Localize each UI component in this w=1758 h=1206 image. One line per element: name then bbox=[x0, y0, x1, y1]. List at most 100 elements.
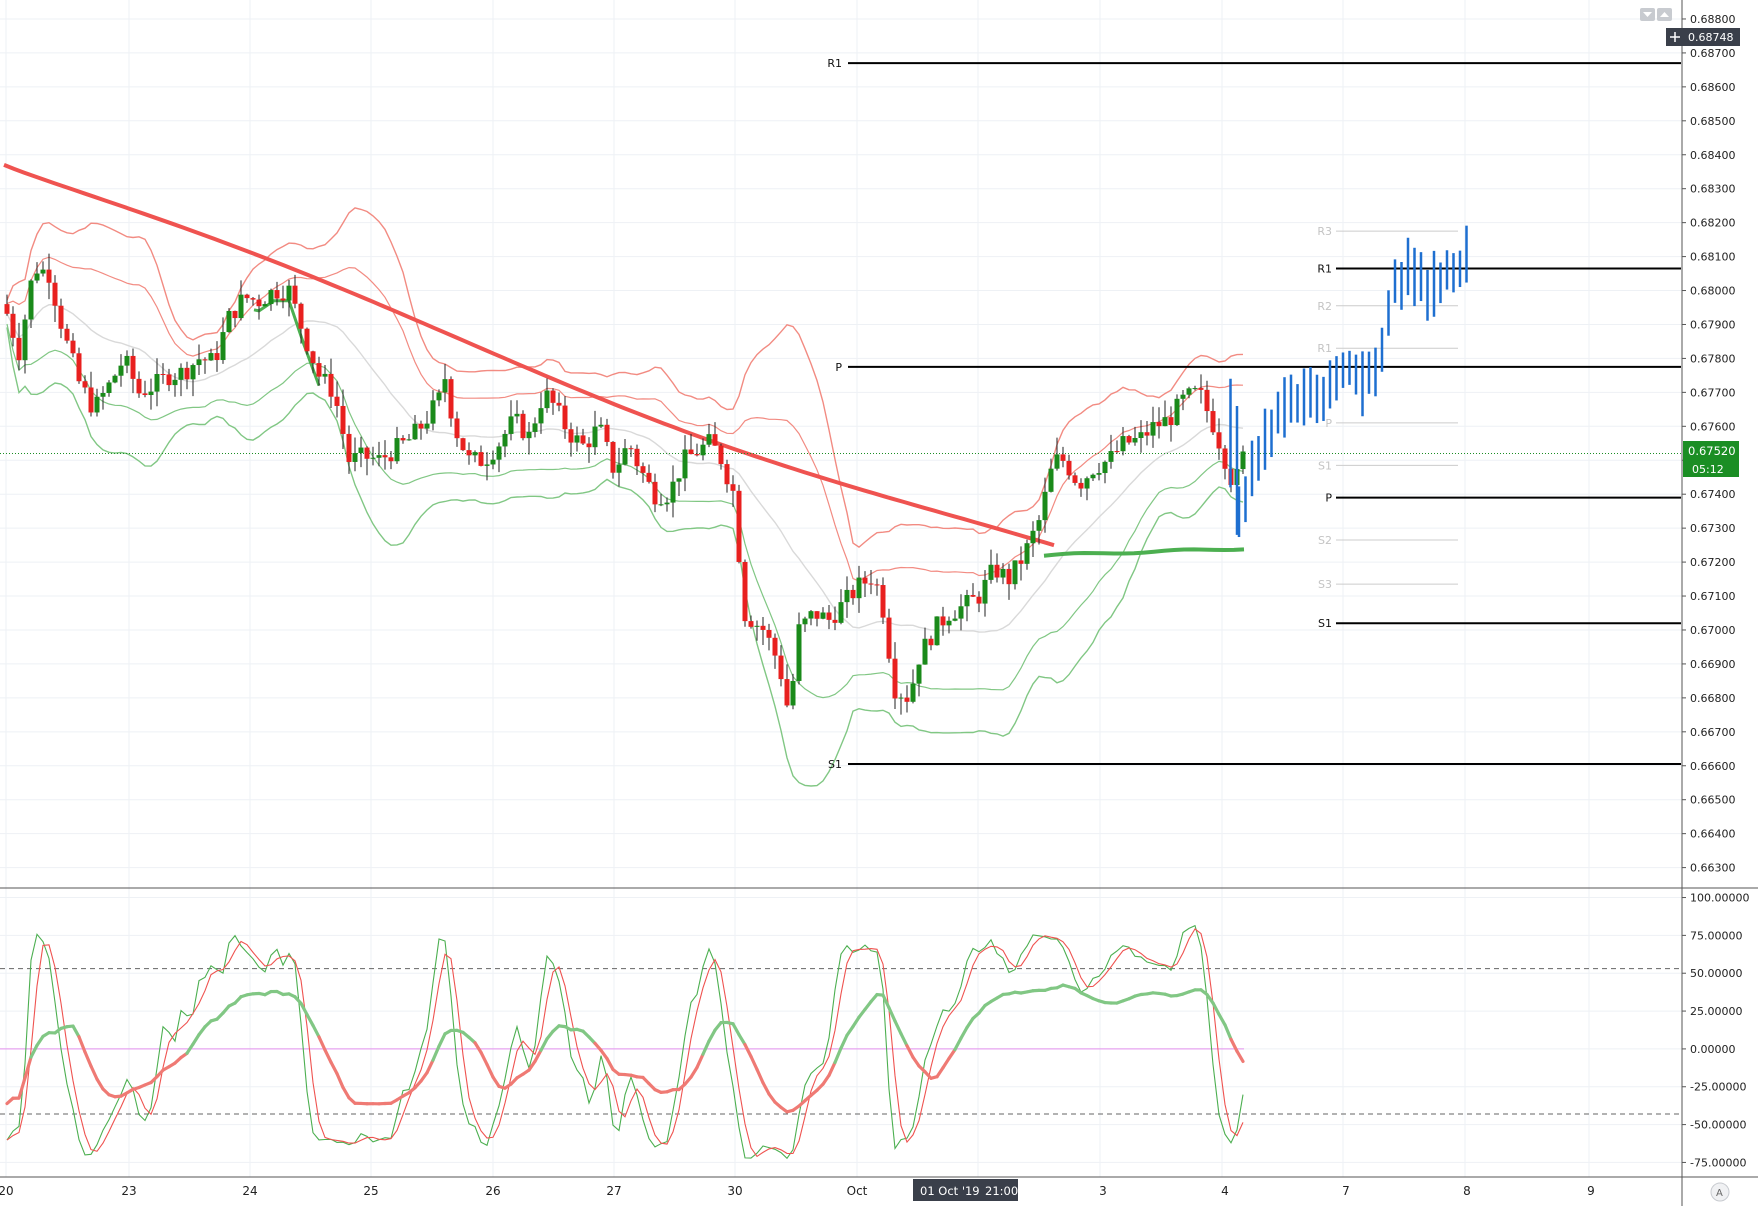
candle-down bbox=[1222, 448, 1228, 469]
candle-up bbox=[148, 391, 154, 396]
candle-down bbox=[250, 298, 256, 300]
candle-down bbox=[718, 445, 724, 465]
auto-scale-label: A bbox=[1716, 1188, 1723, 1199]
candle-up bbox=[664, 502, 670, 505]
price-tick-label: 0.67200 bbox=[1690, 556, 1736, 569]
candle-up bbox=[856, 577, 862, 599]
faint-pivot-label: S2 bbox=[1318, 534, 1332, 547]
price-tick-label: 0.68700 bbox=[1690, 47, 1736, 60]
candle-down bbox=[76, 353, 82, 382]
faint-pivot-label: P bbox=[1325, 417, 1332, 430]
price-tick-label: 0.66400 bbox=[1690, 828, 1736, 841]
candle-up bbox=[916, 664, 922, 684]
candle-up bbox=[1048, 468, 1054, 492]
candle-up bbox=[532, 423, 538, 432]
price-tick-label: 0.67400 bbox=[1690, 488, 1736, 501]
candle-up bbox=[1120, 436, 1126, 452]
candle-up bbox=[802, 618, 808, 625]
price-tick-label: 0.66500 bbox=[1690, 794, 1736, 807]
time-tick-label: 8 bbox=[1463, 1184, 1471, 1198]
price-tick-label: 0.67800 bbox=[1690, 352, 1736, 365]
candle-down bbox=[550, 390, 556, 403]
candle-up bbox=[1240, 451, 1246, 470]
candle-down bbox=[400, 438, 406, 441]
candle-up bbox=[706, 434, 712, 445]
candle-down bbox=[862, 577, 868, 584]
candle-down bbox=[10, 313, 16, 338]
candle-down bbox=[136, 378, 142, 394]
candle-down bbox=[1156, 422, 1162, 427]
price-tick-label: 0.66800 bbox=[1690, 692, 1736, 705]
candle-down bbox=[970, 595, 976, 597]
candle-down bbox=[232, 310, 238, 319]
osc-tick-label: -75.00000 bbox=[1690, 1156, 1746, 1169]
candle-up bbox=[898, 697, 904, 699]
candle-down bbox=[130, 355, 136, 379]
candle-up bbox=[1138, 432, 1144, 439]
price-tick-label: 0.67100 bbox=[1690, 590, 1736, 603]
time-tick-label: 25 bbox=[363, 1184, 378, 1198]
candle-up bbox=[526, 431, 532, 439]
candle-up bbox=[700, 444, 706, 456]
candle-down bbox=[832, 619, 838, 623]
candle-up bbox=[496, 446, 502, 460]
candle-up bbox=[922, 638, 928, 665]
candle-down bbox=[214, 353, 220, 361]
candle-up bbox=[1108, 451, 1114, 462]
candle-down bbox=[460, 438, 466, 451]
candle-up bbox=[958, 606, 964, 619]
candle-up bbox=[484, 464, 490, 466]
candle-down bbox=[640, 466, 646, 473]
candle-up bbox=[394, 438, 400, 462]
candle-up bbox=[544, 390, 550, 409]
candle-up bbox=[910, 683, 916, 702]
candle-down bbox=[610, 441, 616, 473]
candle-up bbox=[934, 616, 940, 646]
candle-up bbox=[208, 353, 214, 361]
candle-down bbox=[382, 455, 388, 458]
candle-up bbox=[118, 365, 124, 376]
candle-down bbox=[1198, 388, 1204, 390]
candle-up bbox=[226, 310, 232, 333]
candle-up bbox=[796, 624, 802, 681]
candle-down bbox=[904, 697, 910, 702]
time-tick-label: Oct bbox=[847, 1184, 868, 1198]
osc-tick-label: 75.00000 bbox=[1690, 929, 1743, 942]
candle-up bbox=[178, 367, 184, 380]
price-tick-label: 0.68400 bbox=[1690, 149, 1736, 162]
candle-up bbox=[790, 680, 796, 706]
candle-up bbox=[358, 447, 364, 454]
candle-down bbox=[1066, 460, 1072, 476]
candle-up bbox=[982, 579, 988, 604]
chevron-up-icon[interactable] bbox=[1657, 8, 1672, 21]
candle-down bbox=[778, 655, 784, 680]
candle-up bbox=[1192, 388, 1198, 390]
candle-up bbox=[376, 455, 382, 458]
candle-up bbox=[196, 359, 202, 366]
time-tick-label: 7 bbox=[1342, 1184, 1350, 1198]
candle-down bbox=[478, 452, 484, 466]
candle-down bbox=[304, 328, 310, 352]
crosshair-date-label: 01 Oct '19 bbox=[920, 1184, 980, 1198]
time-tick-label: 9 bbox=[1587, 1184, 1595, 1198]
candle-down bbox=[826, 612, 832, 620]
candle-down bbox=[1204, 389, 1210, 412]
candle-down bbox=[634, 448, 640, 467]
price-tick-label: 0.66600 bbox=[1690, 760, 1736, 773]
chart-canvas[interactable]: R1 P S1 R1 P S1 R3 R2 R1 P S1 S2 S3 0.68800 0.68700 0.… bbox=[0, 0, 1758, 1206]
price-tick-label: 0.66700 bbox=[1690, 726, 1736, 739]
candle-up bbox=[472, 452, 478, 456]
candle-up bbox=[1036, 520, 1042, 531]
chevron-down-icon[interactable] bbox=[1640, 8, 1655, 21]
candle-up bbox=[406, 439, 412, 441]
countdown-label: 05:12 bbox=[1692, 463, 1724, 476]
auto-scale-button[interactable]: A bbox=[1710, 1182, 1730, 1202]
candle-up bbox=[1162, 417, 1168, 427]
candle-down bbox=[418, 423, 424, 429]
candle-down bbox=[1126, 436, 1132, 443]
candle-up bbox=[988, 564, 994, 580]
candle-down bbox=[688, 449, 694, 455]
candle-up bbox=[124, 355, 130, 366]
candle-down bbox=[16, 337, 22, 361]
candle-up bbox=[592, 426, 598, 448]
